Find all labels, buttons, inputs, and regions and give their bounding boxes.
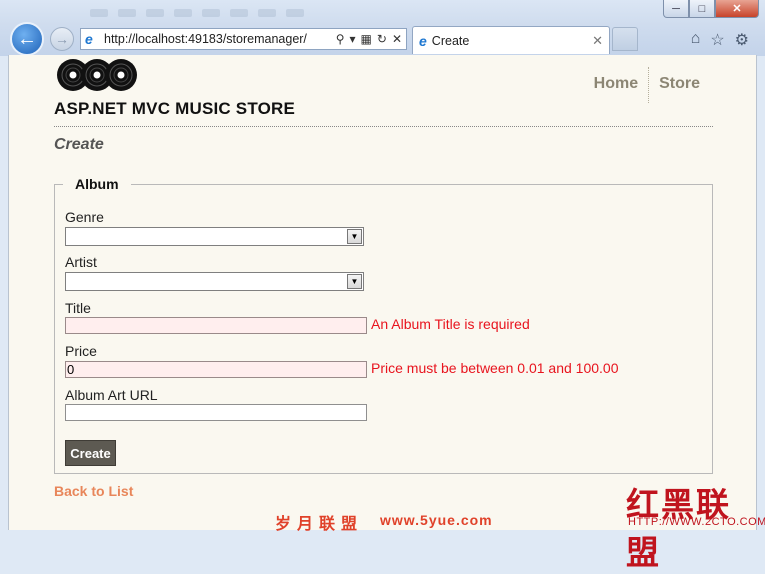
favorites-star-icon[interactable]: ☆	[710, 30, 724, 50]
title-input[interactable]	[65, 317, 367, 334]
artist-label: Artist	[65, 254, 97, 270]
ie-tab-icon: e	[419, 32, 427, 49]
genre-label: Genre	[65, 209, 104, 225]
ie-page-icon: e	[85, 31, 93, 47]
artist-select[interactable]: ▼	[65, 272, 364, 291]
back-to-list-link[interactable]: Back to List	[54, 483, 133, 499]
menu-home-link[interactable]: Home	[584, 67, 648, 103]
browser-chrome: ─ □ ✕ ← → e http://localhost:49183/store…	[0, 0, 765, 56]
album-fieldset: Album Genre ▼ Artist ▼ Title An Album Ti…	[54, 176, 713, 474]
tab-title: Create	[431, 33, 470, 48]
tab-close-icon[interactable]: ✕	[592, 33, 603, 49]
address-bar[interactable]: e http://localhost:49183/storemanager/ ⚲…	[80, 28, 407, 50]
price-error-message: Price must be between 0.01 and 100.00	[371, 360, 619, 376]
album-art-url-label: Album Art URL	[65, 387, 158, 403]
chevron-down-icon[interactable]: ▼	[347, 229, 362, 244]
title-error-message: An Album Title is required	[371, 316, 530, 332]
watermark-right-url: HTTP://WWW.2CTO.COM	[628, 516, 765, 528]
back-icon[interactable]: ←	[10, 22, 44, 56]
price-label: Price	[65, 343, 97, 359]
genre-select[interactable]: ▼	[65, 227, 364, 246]
page-content: ASP.NET MVC MUSIC STORE Home Store Creat…	[8, 55, 757, 530]
browser-right-icons: ⌂ ☆ ⚙	[691, 30, 749, 50]
site-title: ASP.NET MVC MUSIC STORE	[54, 99, 296, 118]
address-tools: ⚲ ▾ ▦ ↻ ✕	[336, 32, 402, 46]
dropdown-icon[interactable]: ▾	[350, 32, 356, 46]
watermark-left-url: www.5yue.com	[380, 512, 493, 528]
main-menu: Home Store	[584, 67, 710, 103]
address-url[interactable]: http://localhost:49183/storemanager/	[104, 32, 324, 46]
home-icon[interactable]: ⌂	[691, 30, 701, 50]
minimize-icon[interactable]: ─	[663, 0, 689, 18]
album-art-url-input[interactable]	[65, 404, 367, 421]
fieldset-legend: Album	[75, 176, 119, 192]
search-icon[interactable]: ⚲	[336, 32, 345, 46]
title-label: Title	[65, 300, 91, 316]
tab-create[interactable]: e Create ✕	[412, 26, 610, 54]
chevron-down-icon[interactable]: ▼	[347, 274, 362, 289]
price-input[interactable]	[65, 361, 367, 378]
window-controls: ─ □ ✕	[663, 0, 759, 18]
new-tab-button[interactable]	[612, 27, 638, 51]
menu-store-link[interactable]: Store	[648, 67, 710, 103]
watermark-left-cn: 岁月联盟	[275, 516, 364, 533]
compat-view-icon[interactable]: ▦	[361, 32, 372, 46]
page-title: Create	[54, 136, 104, 153]
stop-icon[interactable]: ✕	[392, 32, 402, 46]
settings-gear-icon[interactable]: ⚙	[735, 30, 749, 50]
refresh-icon[interactable]: ↻	[377, 32, 387, 46]
close-icon[interactable]: ✕	[715, 0, 759, 18]
forward-icon[interactable]: →	[50, 27, 74, 51]
header-divider	[54, 126, 713, 127]
vinyl-records-logo	[57, 59, 137, 91]
create-button[interactable]: Create	[65, 440, 116, 466]
maximize-icon[interactable]: □	[689, 0, 715, 18]
background-window-toolbar	[90, 4, 570, 17]
